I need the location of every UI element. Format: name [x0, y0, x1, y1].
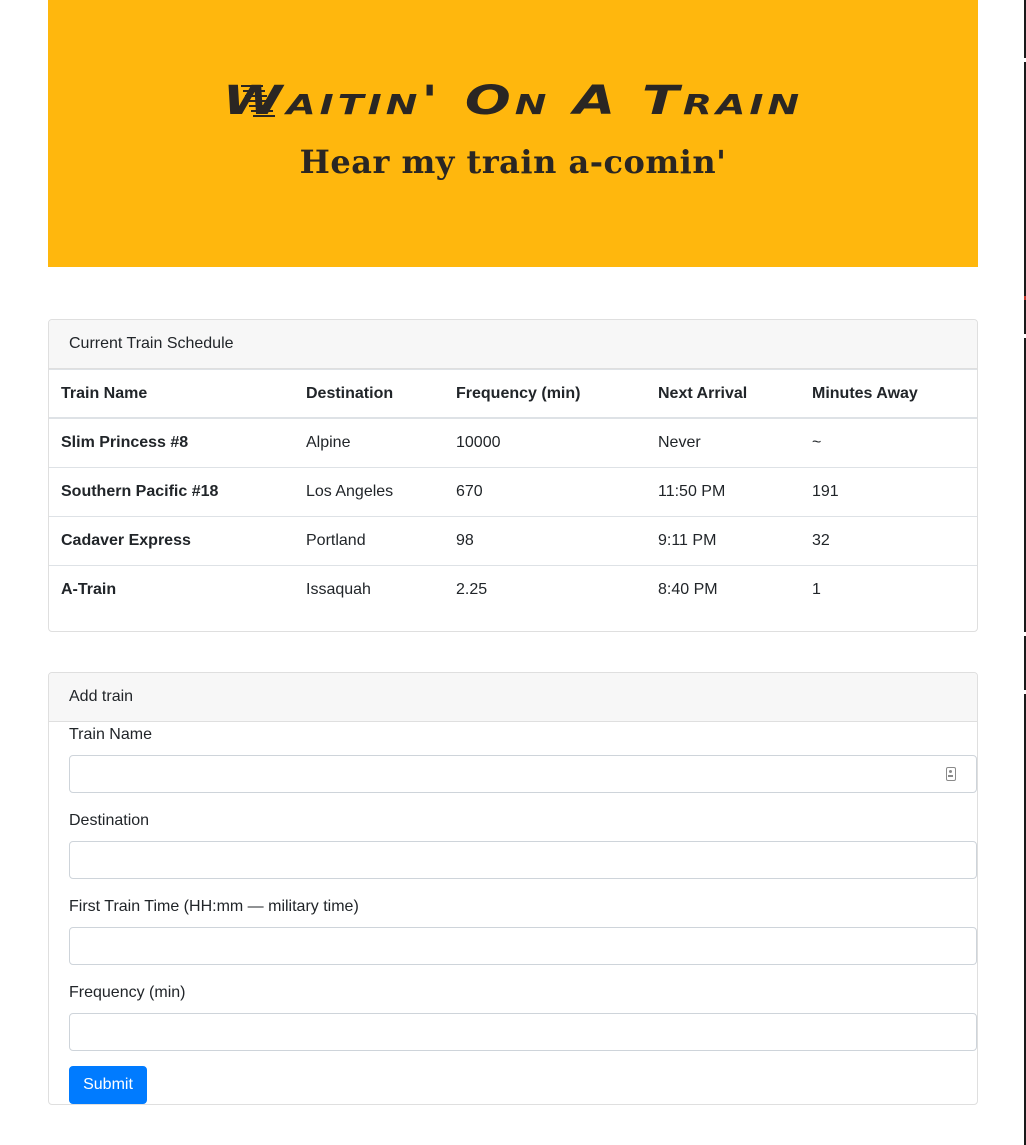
train-name-group: Train Name: [69, 723, 977, 793]
table-row: Slim Princess #8 Alpine 10000 Never ~: [49, 417, 977, 468]
train-name-cell: Cadaver Express: [49, 516, 294, 566]
frequency-group: Frequency (min): [69, 981, 977, 1051]
table-row: Cadaver Express Portland 98 9:11 PM 32: [49, 516, 977, 566]
minutes-away-cell: ~: [800, 417, 977, 468]
table-row: Southern Pacific #18 Los Angeles 670 11:…: [49, 467, 977, 517]
frequency-label: Frequency (min): [69, 984, 186, 1001]
frequency-cell: 670: [444, 467, 646, 517]
frequency-input[interactable]: [69, 1013, 977, 1051]
first-train-time-input[interactable]: [69, 927, 977, 965]
first-train-time-label: First Train Time (HH:mm — military time): [69, 898, 359, 915]
first-train-time-group: First Train Time (HH:mm — military time): [69, 895, 977, 965]
next-arrival-cell: 9:11 PM: [646, 516, 800, 566]
destination-group: Destination: [69, 809, 977, 879]
next-arrival-cell: 8:40 PM: [646, 565, 800, 614]
frequency-cell: 10000: [444, 417, 646, 468]
next-arrival-cell: Never: [646, 417, 800, 468]
add-train-card: Add train Train Name Destination First T…: [48, 672, 978, 1105]
submit-button[interactable]: Submit: [69, 1066, 147, 1104]
schedule-card-title: Current Train Schedule: [49, 320, 977, 369]
destination-cell: Issaquah: [294, 565, 444, 614]
frequency-cell: 2.25: [444, 565, 646, 614]
minutes-away-cell: 32: [800, 516, 977, 566]
destination-cell: Portland: [294, 516, 444, 566]
destination-label: Destination: [69, 812, 150, 829]
header-jumbotron: Waitin' On A Train Hear my train a-comin…: [48, 0, 978, 267]
train-name-cell: Southern Pacific #18: [49, 467, 294, 517]
destination-cell: Los Angeles: [294, 467, 444, 517]
table-row: A-Train Issaquah 2.25 8:40 PM 1: [49, 565, 977, 614]
column-header-next-arrival: Next Arrival: [646, 369, 800, 419]
add-train-card-title: Add train: [49, 673, 977, 722]
minutes-away-cell: 1: [800, 565, 977, 614]
autofill-contact-icon[interactable]: [946, 767, 956, 781]
page-subtitle: Hear my train a-comin': [299, 143, 727, 181]
column-header-minutes-away: Minutes Away: [800, 369, 977, 419]
column-header-frequency: Frequency (min): [444, 369, 646, 419]
destination-cell: Alpine: [294, 417, 444, 468]
column-header-destination: Destination: [294, 369, 444, 419]
train-name-cell: Slim Princess #8: [49, 417, 294, 468]
train-name-cell: A-Train: [49, 565, 294, 614]
next-arrival-cell: 11:50 PM: [646, 467, 800, 517]
table-header-row: Train Name Destination Frequency (min) N…: [49, 369, 977, 419]
train-name-input[interactable]: [69, 755, 977, 793]
add-train-form: Train Name Destination First Train Time …: [49, 723, 977, 1051]
train-schedule-card: Current Train Schedule Train Name Destin…: [48, 319, 978, 632]
destination-input[interactable]: [69, 841, 977, 879]
page-title: Waitin' On A Train: [222, 78, 804, 124]
frequency-cell: 98: [444, 516, 646, 566]
column-header-train-name: Train Name: [49, 369, 294, 419]
train-name-label: Train Name: [69, 726, 152, 743]
minutes-away-cell: 191: [800, 467, 977, 517]
train-schedule-table: Train Name Destination Frequency (min) N…: [49, 369, 977, 614]
